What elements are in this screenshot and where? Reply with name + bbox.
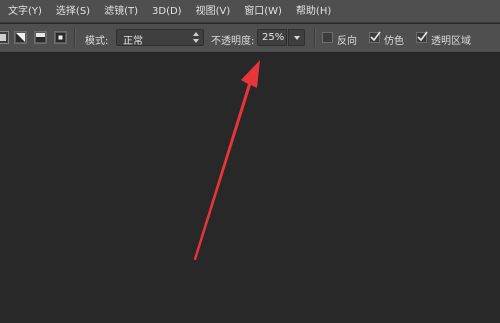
new-gradient-icon xyxy=(0,34,6,41)
opacity-input[interactable]: 25% xyxy=(257,29,287,46)
gradient-type-button-2[interactable] xyxy=(14,31,27,44)
mode-value: 正常 xyxy=(123,36,143,47)
reverse-checkbox[interactable] xyxy=(322,32,333,43)
radial-gradient-icon xyxy=(56,33,65,42)
menu-item-filter[interactable]: 滤镜(T) xyxy=(104,0,138,23)
updown-arrows-icon xyxy=(193,32,199,43)
separator xyxy=(314,29,316,47)
gradient-type-button-3[interactable] xyxy=(34,31,47,44)
diamond-gradient-icon xyxy=(16,33,25,42)
gradient-type-button-1[interactable] xyxy=(0,31,9,44)
opacity-label: 不透明度: xyxy=(211,36,255,47)
canvas-workspace[interactable] xyxy=(0,54,500,323)
menu-bar: 文字(Y) 选择(S) 滤镜(T) 3D(D) 视图(V) 窗口(W) 帮助(H… xyxy=(0,0,500,23)
opacity-value: 25% xyxy=(262,32,285,43)
menu-item-type[interactable]: 文字(Y) xyxy=(8,0,42,23)
transparency-checkbox[interactable] xyxy=(416,31,428,43)
menu-item-select[interactable]: 选择(S) xyxy=(56,0,90,23)
checkmark-icon xyxy=(417,31,428,42)
menu-item-help[interactable]: 帮助(H) xyxy=(296,0,331,23)
gradient-type-button-4[interactable] xyxy=(54,31,67,44)
reverse-label: 反向 xyxy=(337,36,357,47)
transparency-label: 透明区域 xyxy=(431,36,471,47)
mode-label: 模式: xyxy=(85,36,109,47)
opacity-dropdown-button[interactable] xyxy=(288,29,305,46)
options-bar: 模式: 正常 不透明度: 25% 反向 仿色 透明区域 xyxy=(0,24,500,53)
menu-item-view[interactable]: 视图(V) xyxy=(196,0,231,23)
dither-label: 仿色 xyxy=(384,36,404,47)
checkmark-icon xyxy=(370,31,381,42)
menu-item-window[interactable]: 窗口(W) xyxy=(244,0,282,23)
mode-select[interactable]: 正常 xyxy=(116,29,204,47)
dither-checkbox[interactable] xyxy=(369,31,381,43)
chevron-down-icon xyxy=(293,36,300,40)
photoshop-window: 文字(Y) 选择(S) 滤镜(T) 3D(D) 视图(V) 窗口(W) 帮助(H… xyxy=(0,0,500,323)
linear-gradient-icon xyxy=(36,33,45,42)
separator xyxy=(74,29,76,47)
menu-item-3d[interactable]: 3D(D) xyxy=(152,0,182,23)
